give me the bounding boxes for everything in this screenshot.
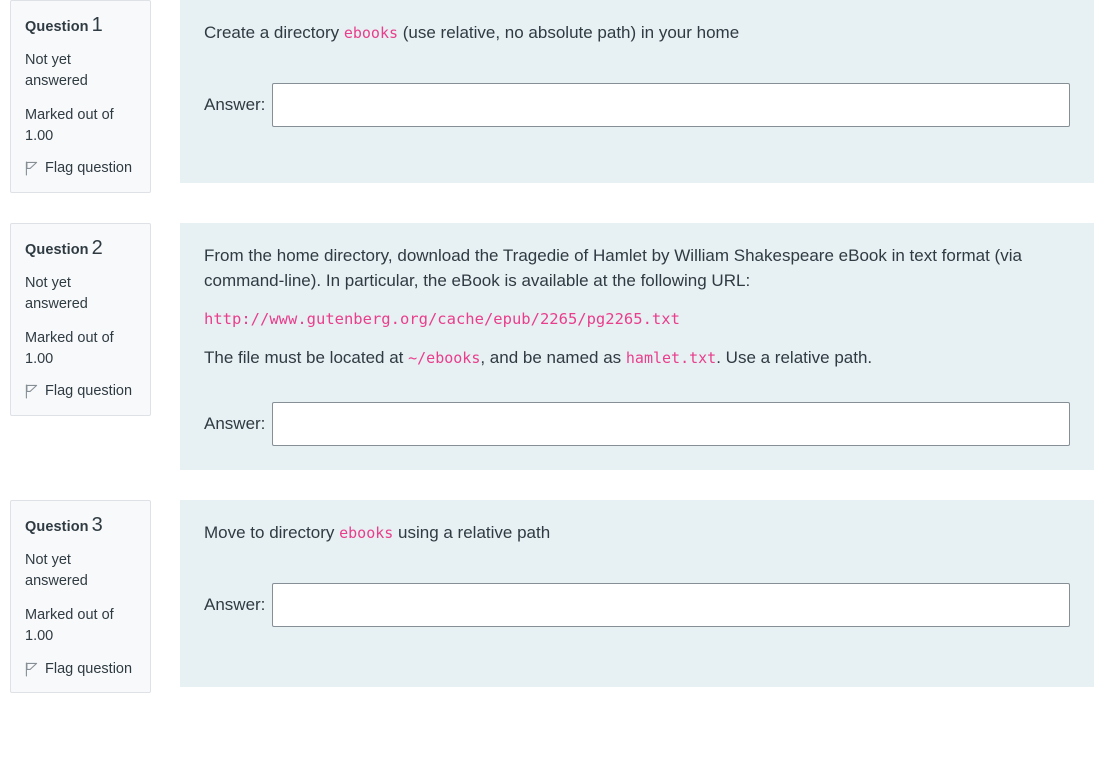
question-content: Move to directory ebooks using a relativ… — [180, 500, 1094, 688]
question-block: Question 2 Not yet answered Marked out of… — [0, 223, 1098, 471]
question-text-segment: Create a directory — [204, 23, 344, 42]
answer-input[interactable] — [272, 402, 1070, 447]
question-info-column: Question 1 Not yet answered Marked out of… — [0, 0, 180, 194]
question-info-box: Question 3 Not yet answered Marked out of… — [10, 500, 151, 694]
question-word-label: Question — [25, 242, 89, 259]
flag-question-button[interactable]: Flag question — [25, 159, 136, 178]
flag-question-button[interactable]: Flag question — [25, 382, 136, 401]
question-number: 2 — [91, 237, 103, 260]
answer-row: Answer: — [204, 83, 1070, 128]
marks-label: Marked out of — [25, 330, 114, 347]
marks-value: 1.00 — [25, 628, 54, 645]
answer-row: Answer: — [204, 402, 1070, 447]
answer-label: Answer: — [204, 95, 266, 115]
question-number: 3 — [91, 514, 103, 537]
inline-code: ebooks — [343, 24, 399, 42]
question-text-segment: The file must be located at — [204, 348, 409, 368]
question-block: Question 1 Not yet answered Marked out of… — [0, 0, 1098, 194]
question-heading: Question 2 — [25, 237, 136, 259]
question-text: From the home directory, download the Tr… — [204, 246, 1022, 291]
question-text: Create a directory ebooks (use relative,… — [204, 20, 1070, 45]
question-info-column: Question 2 Not yet answered Marked out of… — [0, 223, 180, 417]
inline-code-filename: hamlet.txt — [625, 349, 717, 368]
question-heading: Question 3 — [25, 514, 136, 536]
flag-question-label: Flag question — [45, 160, 133, 177]
question-word-label: Question — [25, 519, 89, 536]
answer-input[interactable] — [272, 83, 1070, 128]
marks-label: Marked out of — [25, 107, 114, 124]
question-info-box: Question 1 Not yet answered Marked out of… — [10, 0, 151, 194]
question-text-segment: . Use a relative path. — [716, 348, 873, 368]
answer-label: Answer: — [204, 595, 266, 615]
question-number: 1 — [91, 14, 103, 36]
question-info-box: Question 2 Not yet answered Marked out of… — [10, 223, 151, 417]
quiz-attempt-page: Question 1 Not yet answered Marked out of… — [0, 0, 1098, 694]
marks-label: Marked out of — [25, 607, 114, 624]
flag-icon — [25, 384, 38, 399]
answer-row: Answer: — [204, 583, 1070, 628]
question-marks: Marked out of 1.00 — [25, 328, 136, 369]
ebook-url: http://www.gutenberg.org/cache/epub/2265… — [204, 310, 680, 329]
flag-question-label: Flag question — [45, 383, 133, 400]
question-word-label: Question — [25, 19, 89, 35]
question-text: Move to directory ebooks using a relativ… — [204, 520, 1070, 545]
flag-question-label: Flag question — [45, 660, 133, 677]
question-text-segment: using a relative path — [393, 523, 551, 543]
answer-input[interactable] — [272, 583, 1070, 628]
question-block: Question 3 Not yet answered Marked out of… — [0, 500, 1098, 694]
question-text-segment: (use relative, no absolute path) in your… — [398, 23, 740, 42]
question-text-segment: Move to directory — [204, 523, 340, 543]
marks-value: 1.00 — [25, 350, 54, 367]
question-state: Not yet answered — [25, 552, 88, 589]
question-info-column: Question 3 Not yet answered Marked out of… — [0, 500, 180, 694]
flag-question-button[interactable]: Flag question — [25, 660, 136, 679]
question-state: Not yet answered — [25, 275, 88, 312]
answer-label: Answer: — [204, 414, 266, 434]
question-heading: Question 1 — [25, 14, 136, 36]
flag-icon — [25, 161, 38, 176]
inline-code-path: ~/ebooks — [408, 349, 481, 368]
question-state: Not yet answered — [25, 52, 88, 89]
question-marks: Marked out of 1.00 — [25, 105, 136, 146]
question-content: From the home directory, download the Tr… — [180, 223, 1094, 471]
inline-code: ebooks — [339, 524, 394, 543]
question-text-secondary: The file must be located at ~/ebooks, an… — [204, 345, 1070, 370]
marks-value: 1.00 — [25, 127, 54, 144]
question-marks: Marked out of 1.00 — [25, 605, 136, 646]
question-text-segment: , and be named as — [480, 348, 626, 368]
question-content: Create a directory ebooks (use relative,… — [180, 0, 1094, 184]
flag-icon — [25, 661, 38, 677]
